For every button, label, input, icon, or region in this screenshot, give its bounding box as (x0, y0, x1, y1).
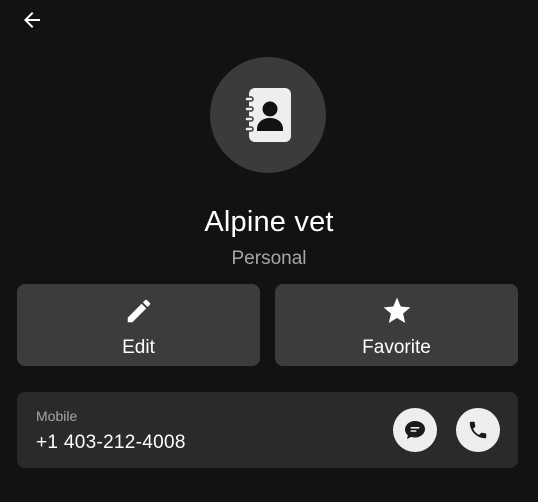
edit-label: Edit (122, 337, 155, 358)
edit-button[interactable]: Edit (17, 284, 260, 366)
arrow-left-icon (24, 12, 40, 28)
phone-type-label: Mobile (36, 408, 78, 424)
contact-avatar (210, 57, 326, 173)
message-button[interactable] (393, 408, 437, 452)
pencil-icon (122, 294, 156, 328)
star-icon (380, 294, 414, 328)
contact-book-icon (244, 88, 291, 142)
phone-number: +1 403-212-4008 (36, 432, 186, 453)
contact-group: Personal (231, 248, 307, 269)
phone-icon (469, 421, 487, 439)
back-button[interactable] (14, 6, 50, 34)
contact-name: Alpine vet (204, 206, 334, 238)
phone-entry[interactable]: Mobile +1 403-212-4008 (17, 392, 518, 468)
favorite-button[interactable]: Favorite (275, 284, 518, 366)
favorite-label: Favorite (362, 337, 431, 358)
message-icon (405, 421, 425, 439)
call-button[interactable] (456, 408, 500, 452)
